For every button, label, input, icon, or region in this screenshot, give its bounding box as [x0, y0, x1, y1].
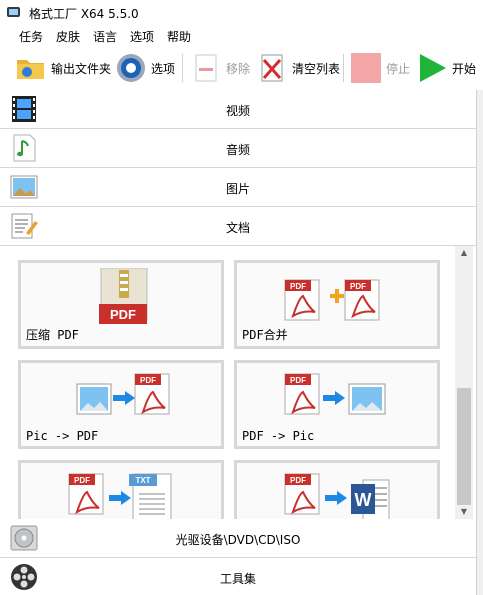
svg-text:W: W [355, 490, 372, 510]
pdf-merge-icon: PDF PDF [284, 279, 380, 321]
folder-icon [17, 60, 44, 79]
menu-task[interactable]: 任务 [19, 28, 43, 45]
category-rom-device[interactable]: 光驱设备\DVD\CD\ISO [0, 519, 476, 558]
svg-text:PDF: PDF [290, 376, 306, 385]
remove-doc-icon [195, 54, 217, 82]
toolbar: 输出文件夹 选项 移除 清空列表 停止 开始 [0, 46, 483, 91]
pdf-to-txt-tile[interactable]: PDF TXT [18, 460, 224, 519]
tile-label: PDF -> Pic [242, 429, 315, 443]
app-logo-icon [7, 7, 20, 17]
category-audio[interactable]: 音频 [0, 129, 476, 168]
pic-to-pdf-icon: PDF [76, 373, 170, 415]
category-document[interactable]: 文档 [0, 207, 476, 246]
play-icon [420, 54, 446, 82]
svg-text:PDF: PDF [290, 476, 306, 485]
stop-button[interactable]: 停止 [350, 50, 410, 86]
svg-text:TXT: TXT [135, 476, 150, 485]
clear-list-button[interactable]: 清空列表 [256, 50, 340, 86]
title-bar: 格式工厂 X64 5.5.0 [0, 0, 483, 24]
svg-text:PDF: PDF [350, 282, 366, 291]
scroll-up-icon[interactable]: ▲ [455, 246, 473, 260]
pdf-to-txt-icon: PDF TXT [68, 473, 172, 519]
svg-text:PDF: PDF [290, 282, 306, 291]
pdf-to-pic-icon: PDF [284, 373, 386, 415]
compress-pdf-tile[interactable]: PDF 压缩 PDF [18, 260, 224, 349]
window-title: 格式工厂 X64 5.5.0 [29, 7, 139, 21]
clear-list-icon [261, 54, 283, 82]
menu-bar: 任务 皮肤 语言 选项 帮助 [0, 24, 483, 46]
tile-label: Pic -> PDF [26, 429, 99, 443]
tile-label: PDF合并 [242, 328, 288, 342]
pdf-to-word-tile[interactable]: PDF W [234, 460, 440, 519]
menu-language[interactable]: 语言 [93, 28, 117, 45]
category-picture[interactable]: 图片 [0, 168, 476, 207]
pdf-to-pic-tile[interactable]: PDF PDF -> Pic [234, 360, 440, 449]
toolbar-separator [343, 54, 344, 82]
start-button[interactable]: 开始 [416, 50, 476, 86]
output-folder-button[interactable]: 输出文件夹 [15, 50, 111, 86]
category-tools[interactable]: 工具集 [0, 558, 476, 595]
document-panel-scrollbar[interactable]: ▲ ▼ [455, 246, 473, 519]
stop-icon [351, 53, 381, 83]
menu-skin[interactable]: 皮肤 [56, 28, 80, 45]
pic-to-pdf-tile[interactable]: PDF Pic -> PDF [18, 360, 224, 449]
svg-text:PDF: PDF [140, 376, 156, 385]
scroll-thumb[interactable] [457, 388, 471, 505]
window-right-edge [476, 90, 483, 595]
gear-icon [117, 54, 145, 82]
menu-help[interactable]: 帮助 [167, 28, 191, 45]
svg-text:PDF: PDF [110, 307, 136, 322]
document-tools-panel: PDF 压缩 PDF PDF PDF PDF合并 PDF Pic -> PDF … [0, 246, 476, 519]
toolbar-separator [182, 54, 183, 82]
remove-button[interactable]: 移除 [190, 50, 250, 86]
compress-pdf-icon: PDF [99, 268, 148, 324]
options-button[interactable]: 选项 [115, 50, 175, 86]
tile-label: 压缩 PDF [26, 328, 79, 342]
pdf-to-word-icon: PDF W [284, 473, 390, 519]
scroll-down-icon[interactable]: ▼ [455, 505, 473, 519]
pdf-merge-tile[interactable]: PDF PDF PDF合并 [234, 260, 440, 349]
svg-text:PDF: PDF [74, 476, 90, 485]
menu-options[interactable]: 选项 [130, 28, 154, 45]
category-video[interactable]: 视频 [0, 90, 476, 129]
